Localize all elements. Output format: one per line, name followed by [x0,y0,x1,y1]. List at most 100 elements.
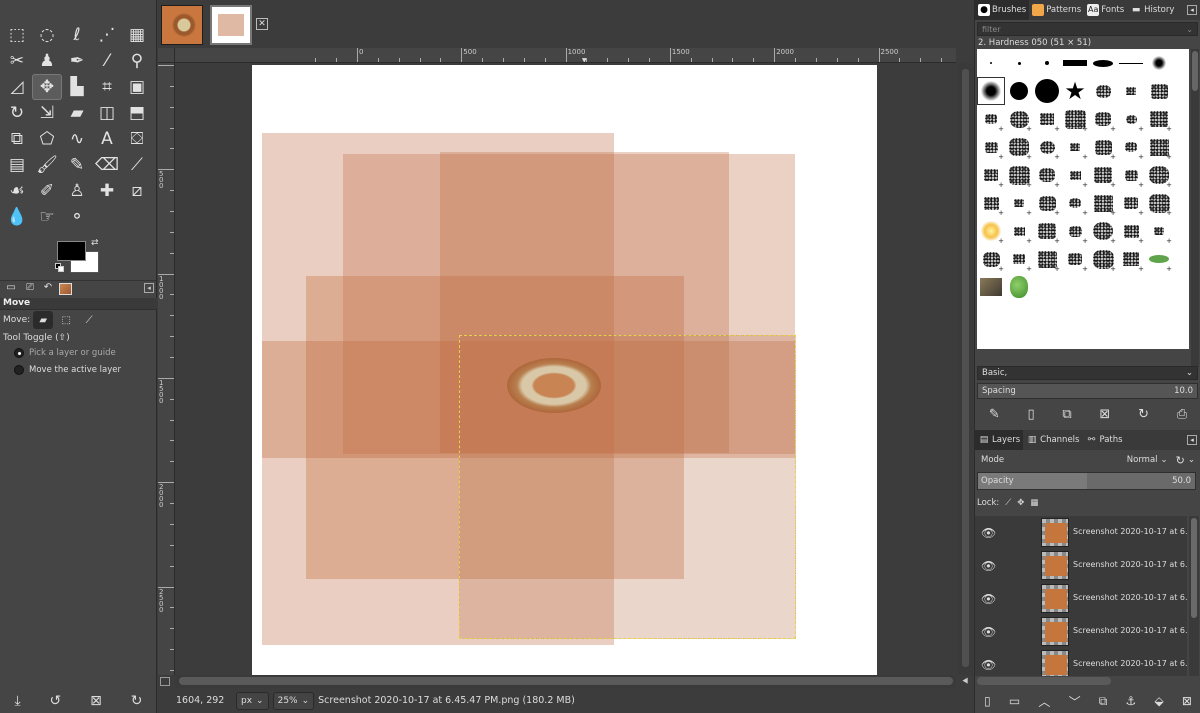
refresh-brushes-icon[interactable]: ↻ [1138,407,1149,422]
vertical-ruler[interactable]: 500 1000 1500 2000 2500 [158,63,175,675]
blur-tool-icon[interactable]: 💧 [2,204,32,230]
brush-preset[interactable]: + [977,133,1005,161]
brush-preset[interactable]: + [1089,245,1117,273]
brush-preset[interactable]: + [1145,105,1173,133]
warp-transform-tool-icon[interactable]: ∿ [62,126,92,152]
brush-preset[interactable]: + [1033,189,1061,217]
brush-preset[interactable]: + [1089,217,1117,245]
rotate-tool-icon[interactable]: ↻ [2,100,32,126]
brush-preset[interactable] [1005,49,1033,77]
pencil-tool-icon[interactable]: ✎ [62,152,92,178]
tab-channels[interactable]: ▥ Channels [1023,430,1082,450]
brush-preset[interactable] [1005,273,1033,301]
horizontal-ruler[interactable]: ▼ 050010001500200025003000 [175,48,956,63]
tab-brushes[interactable]: ● Brushes [975,0,1030,20]
airbrush-tool-icon[interactable]: ⟋ [122,152,152,178]
brush-preset[interactable]: + [1145,217,1173,245]
brush-preset[interactable] [1033,77,1061,105]
free-select-tool-icon[interactable]: ℓ [62,22,92,48]
reset-options-icon[interactable]: ↻ [131,693,143,709]
scissors-select-tool-icon[interactable]: ✂ [2,48,32,74]
eye-icon[interactable]: 👁 [981,592,996,606]
flip-tool-icon[interactable]: ◫ [92,100,122,126]
paths-tool-icon[interactable]: ✒ [62,48,92,74]
raise-layer-icon[interactable]: ︿ [1038,693,1050,710]
brush-preset[interactable]: + [1145,189,1173,217]
tab-fonts[interactable]: Aa Fonts [1084,0,1127,20]
brush-tag-select[interactable]: Basic, ⌄ [977,366,1198,380]
move-selection-button[interactable]: ⬚ [56,311,76,329]
cage-transform-tool-icon[interactable]: ⬠ [32,126,62,152]
brush-preset[interactable] [1145,49,1173,77]
move-path-button[interactable]: ⟋ [79,311,99,329]
move-active-layer-radio-row[interactable]: Move the active layer [14,365,121,375]
device-status-tab-icon[interactable]: ⎚ [22,282,38,296]
perspective-clone-tool-icon[interactable]: ⧄ [122,178,152,204]
layer-row[interactable]: 👁 Screenshot 2020-10-17 at 6. [975,648,1187,676]
tab-patterns[interactable]: Patterns [1029,0,1084,20]
lock-pixels-icon[interactable]: ⟋ [1005,498,1011,508]
delete-layer-icon[interactable]: ⊠ [1182,694,1192,708]
select-by-color-tool-icon[interactable]: ▦ [122,22,152,48]
brush-preset[interactable]: + [1005,133,1033,161]
text-tool-icon[interactable]: A [92,126,122,152]
perspective-tool-icon[interactable]: ⬒ [122,100,152,126]
layer-row[interactable]: 👁 Screenshot 2020-10-17 at 6. [975,549,1187,582]
dock-menu-icon[interactable]: ◂ [1187,435,1197,445]
brush-preset[interactable]: + [1089,189,1117,217]
eraser-tool-icon[interactable]: ⌫ [92,152,122,178]
rect-select-tool-icon[interactable]: ⬚ [2,22,32,48]
new-brush-icon[interactable]: ▯ [1028,407,1035,422]
brush-preset[interactable]: + [1117,133,1145,161]
brush-preset[interactable] [977,77,1005,105]
move-layer-button[interactable]: ▰ [33,311,54,329]
shear-tool-icon[interactable]: ▰ [62,100,92,126]
brush-preset[interactable] [1117,77,1145,105]
move-active-layer-radio[interactable] [14,365,24,375]
brush-preset[interactable]: + [1005,105,1033,133]
navigate-icon[interactable]: ⯇ [958,675,973,688]
new-layer-group-icon[interactable]: ▭ [1009,694,1020,708]
brush-preset[interactable]: + [1005,161,1033,189]
opacity-slider[interactable]: Opacity 50.0 [977,472,1196,490]
color-picker-tool-icon[interactable]: ⁄ [92,48,122,74]
brush-preset[interactable]: + [977,245,1005,273]
brush-preset[interactable]: + [1117,245,1145,273]
foreground-select-tool-icon[interactable]: ♟ [32,48,62,74]
brush-preset[interactable]: + [1033,161,1061,189]
brush-preset[interactable]: + [1033,217,1061,245]
brush-preset[interactable]: + [1117,217,1145,245]
ellipse-select-tool-icon[interactable]: ◌ [32,22,62,48]
dodge-burn-tool-icon[interactable]: ⚬ [62,204,92,230]
save-options-icon[interactable]: ⤓ [14,693,20,709]
align-tool-icon[interactable]: ▙ [62,74,92,100]
undo-history-tab-icon[interactable]: ↶ [40,282,56,296]
brush-preset[interactable] [1117,49,1145,77]
tab-history[interactable]: ▬ History [1127,0,1177,20]
brush-preset[interactable] [977,49,1005,77]
brush-preset[interactable]: + [1005,189,1033,217]
lock-alpha-icon[interactable]: ▦ [1030,498,1038,508]
zoom-tool-icon[interactable]: ⚲ [122,48,152,74]
image-tab-composite[interactable] [210,5,252,45]
zoom-select[interactable]: 25% ⌄ [272,691,315,710]
brush-preset[interactable]: + [977,105,1005,133]
move-tool-icon[interactable]: ✥ [32,74,62,100]
eye-icon[interactable]: 👁 [981,526,996,540]
lock-position-icon[interactable]: ✥ [1017,498,1024,508]
ink-tool-icon[interactable]: ☙ [2,178,32,204]
brush-preset[interactable]: + [977,161,1005,189]
unified-transform-tool-icon[interactable]: ▣ [122,74,152,100]
image-tab-uluru[interactable] [161,5,203,45]
brush-preset[interactable]: + [1089,133,1117,161]
pick-layer-radio[interactable] [14,348,24,358]
brush-preset[interactable]: + [1005,217,1033,245]
spacing-slider[interactable]: Spacing 10.0 [977,383,1198,399]
brush-preset[interactable]: + [1033,105,1061,133]
brush-preset[interactable]: + [1033,245,1061,273]
tab-layers[interactable]: ▤ Layers [975,430,1024,450]
layer-row[interactable]: 👁 Screenshot 2020-10-17 at 6. [975,516,1187,549]
smudge-tool-icon[interactable]: ☞ [32,204,62,230]
brush-preset[interactable]: + [977,217,1005,245]
brush-filter-input[interactable]: filter ⌄ [977,22,1198,36]
